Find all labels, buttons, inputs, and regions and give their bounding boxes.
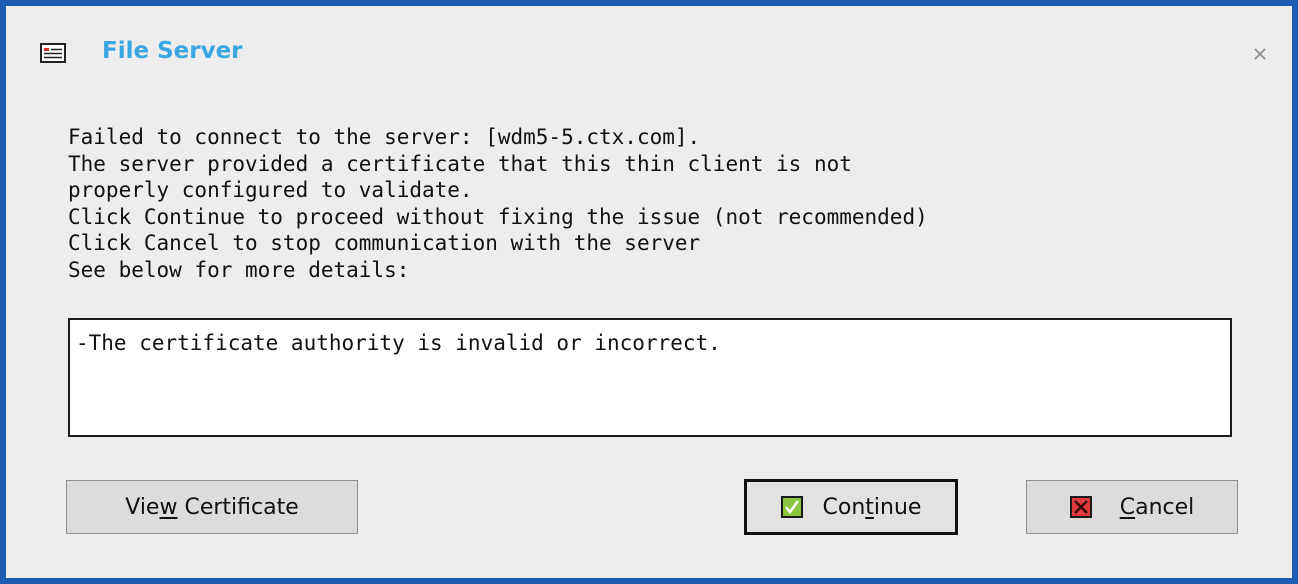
- label-part: ancel: [1135, 494, 1195, 520]
- mnemonic-letter: t: [865, 494, 874, 520]
- details-textbox[interactable]: -The certificate authority is invalid or…: [68, 318, 1232, 437]
- label-part: inue: [873, 494, 922, 520]
- x-icon: [1069, 496, 1092, 518]
- view-certificate-label: View Certificate: [125, 495, 299, 520]
- message-line: Click Continue to proceed without fixing…: [68, 204, 928, 229]
- message-line: Failed to connect to the server: [wdm5-5…: [68, 125, 701, 149]
- label-part: Vie: [125, 494, 160, 520]
- mnemonic-letter: w: [159, 494, 178, 520]
- cancel-button[interactable]: Cancel: [1026, 480, 1238, 534]
- details-text: -The certificate authority is invalid or…: [76, 331, 721, 355]
- view-certificate-button[interactable]: View Certificate: [66, 480, 358, 534]
- message-line: The server provided a certificate that t…: [68, 151, 852, 176]
- checkmark-icon: [780, 496, 803, 518]
- mnemonic-letter: C: [1119, 494, 1136, 520]
- cancel-label: Cancel: [1120, 495, 1195, 520]
- dialog-title: File Server: [102, 38, 243, 64]
- close-icon[interactable]: [1250, 44, 1270, 64]
- continue-label: Continue: [823, 495, 922, 520]
- certificate-warning-dialog: File Server Failed to connect to the ser…: [0, 0, 1298, 584]
- message-line: properly configured to validate.: [68, 178, 473, 203]
- message-line: Click Cancel to stop communication with …: [68, 231, 701, 256]
- message-line: See below for more details:: [68, 257, 410, 282]
- label-part: Con: [822, 494, 866, 520]
- label-part: Certificate: [177, 494, 299, 520]
- error-message: Failed to connect to the server: [wdm5-5…: [68, 124, 1268, 284]
- continue-button[interactable]: Continue: [744, 479, 958, 535]
- title-bar: File Server: [6, 6, 1292, 96]
- window-app-icon: [40, 43, 66, 63]
